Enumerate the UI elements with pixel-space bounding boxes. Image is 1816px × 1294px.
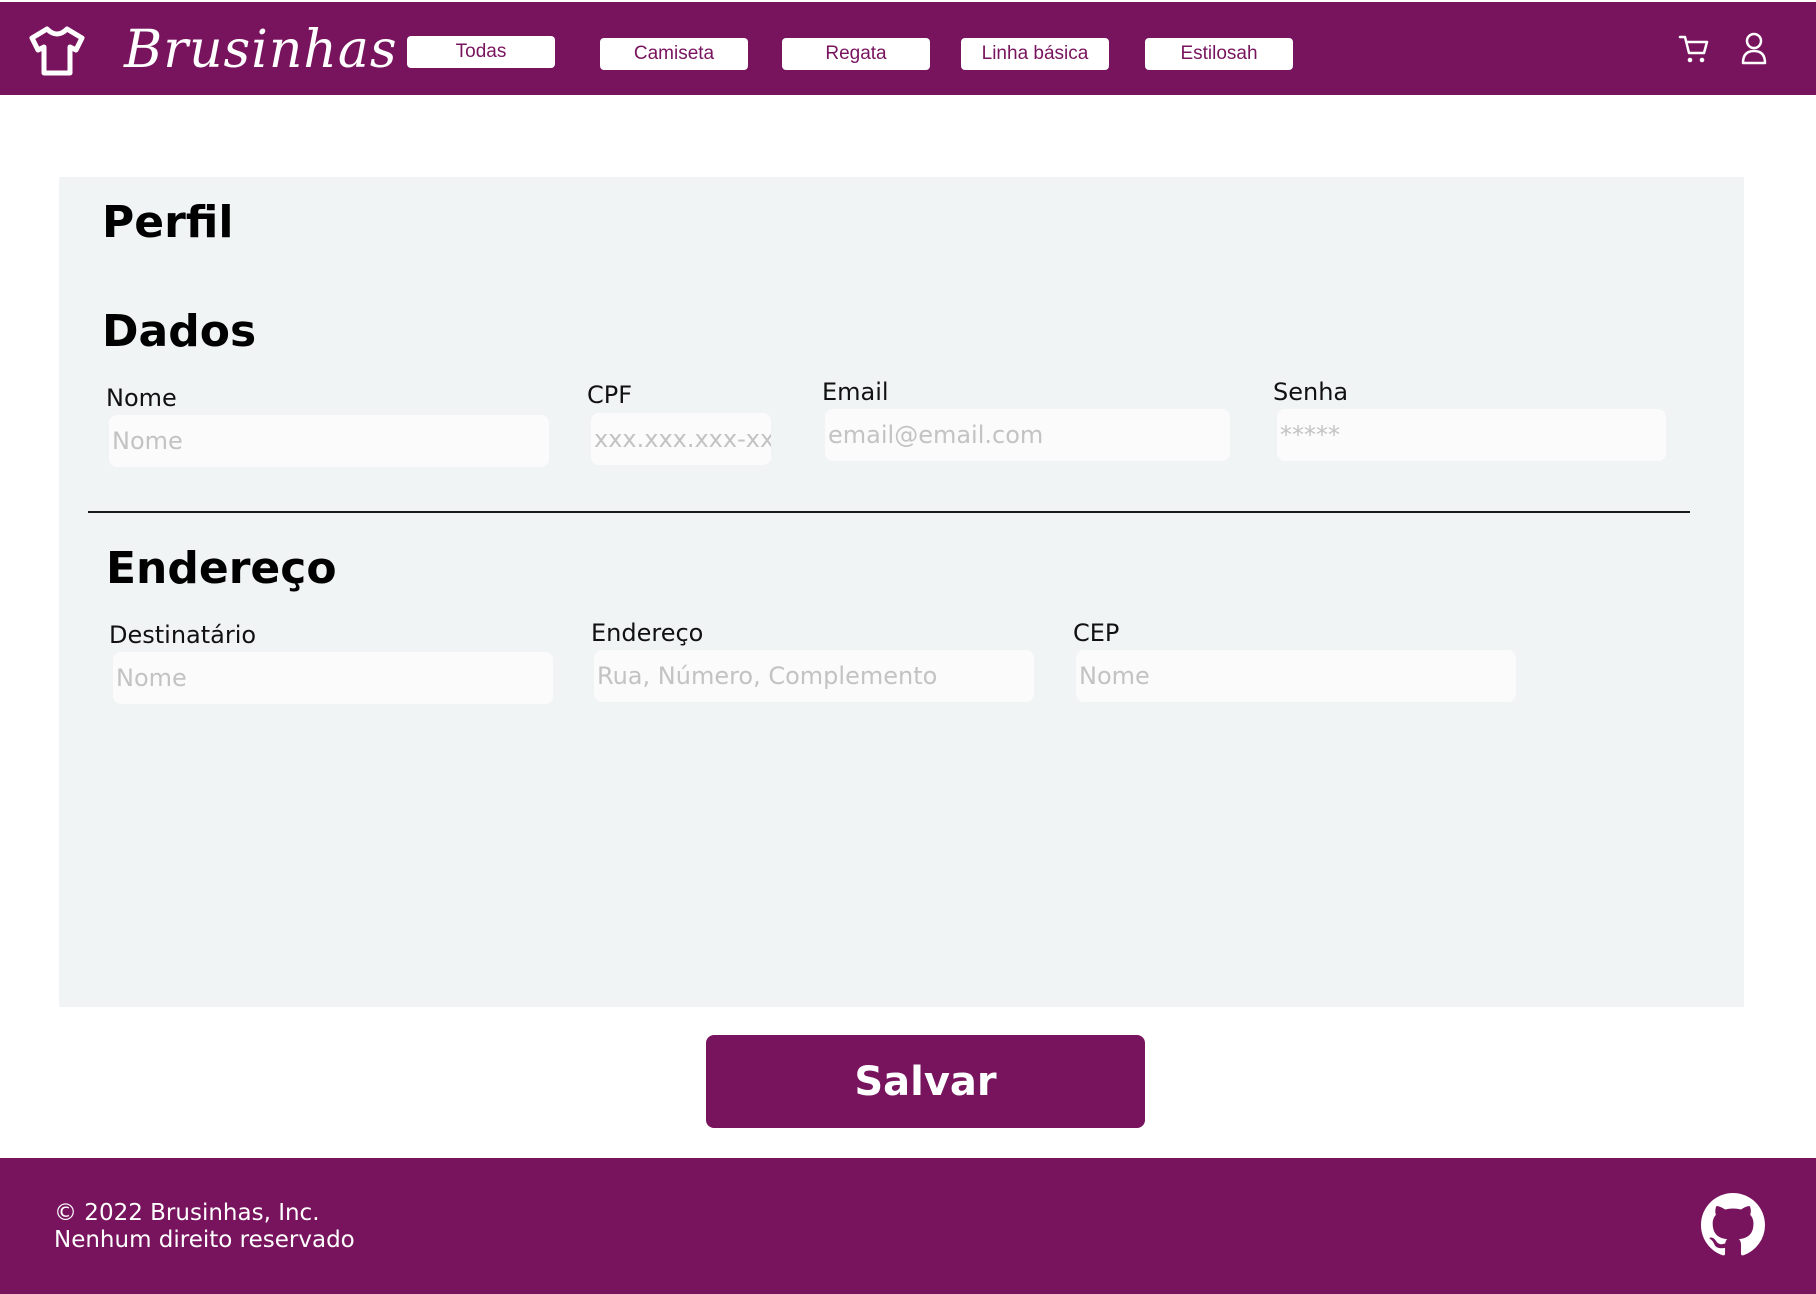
section-title-endereco: Endereço — [106, 543, 337, 594]
cpf-label: CPF — [587, 381, 633, 409]
cep-input[interactable] — [1076, 650, 1516, 702]
destinatario-input[interactable] — [113, 652, 553, 704]
top-navbar: Brusinhas Todas Camiseta Regata Linha bá… — [0, 2, 1816, 95]
footer-rights: Nenhum direito reservado — [54, 1227, 355, 1253]
page-title: Perfil — [102, 197, 234, 248]
brand-name[interactable]: Brusinhas — [124, 20, 398, 80]
senha-input[interactable] — [1277, 409, 1666, 461]
senha-label: Senha — [1273, 378, 1349, 406]
profile-panel: Perfil Dados Nome CPF Email Senha Endere… — [59, 177, 1744, 1007]
user-icon[interactable] — [1740, 31, 1768, 65]
endereco-label: Endereço — [591, 619, 704, 647]
email-label: Email — [822, 378, 889, 406]
cart-icon[interactable] — [1678, 33, 1710, 65]
footer-copyright: © 2022 Brusinhas, Inc. — [54, 1200, 320, 1226]
footer: © 2022 Brusinhas, Inc. Nenhum direito re… — [0, 1158, 1816, 1294]
nav-regata[interactable]: Regata — [782, 38, 930, 70]
email-input[interactable] — [825, 409, 1230, 461]
section-title-dados: Dados — [102, 306, 257, 357]
tshirt-icon[interactable] — [28, 25, 86, 77]
save-button[interactable]: Salvar — [706, 1035, 1145, 1128]
nav-todas[interactable]: Todas — [407, 36, 555, 68]
destinatario-label: Destinatário — [109, 621, 257, 649]
nav-linha-basica[interactable]: Linha básica — [961, 38, 1109, 70]
endereco-input[interactable] — [594, 650, 1034, 702]
nome-label: Nome — [106, 384, 177, 412]
github-icon[interactable] — [1701, 1193, 1765, 1257]
profile-page: Brusinhas Todas Camiseta Regata Linha bá… — [0, 0, 1816, 1294]
nav-estilosah[interactable]: Estilosah — [1145, 38, 1293, 70]
section-divider — [88, 511, 1690, 513]
cep-label: CEP — [1073, 619, 1120, 647]
nav-camiseta[interactable]: Camiseta — [600, 38, 748, 70]
cpf-input[interactable] — [591, 413, 771, 465]
nome-input[interactable] — [109, 415, 549, 467]
